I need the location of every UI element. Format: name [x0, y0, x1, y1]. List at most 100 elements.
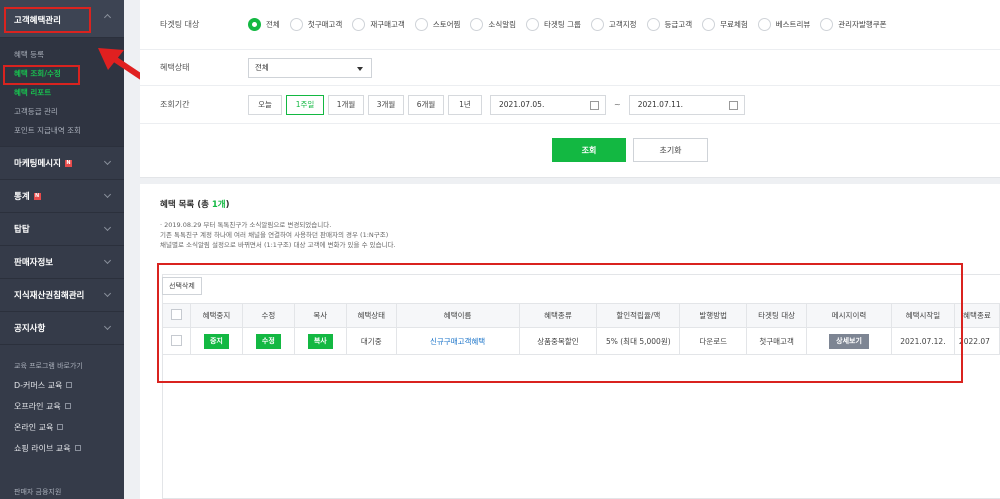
- highlight-box: [157, 263, 963, 383]
- radio-target-review[interactable]: 베스트리뷰: [757, 18, 811, 31]
- radio-icon: [702, 18, 716, 31]
- external-link-icon: [74, 445, 81, 451]
- chevron-down-icon: [103, 256, 112, 265]
- edu-link-dcommerce[interactable]: D-커머스 교육: [0, 375, 124, 396]
- target-label: 타겟팅 대상: [160, 20, 200, 29]
- notice-line: 기존 톡톡친구 계정 하나에 여러 채널을 연결하여 사용하던 판매자의 경우 …: [160, 231, 389, 239]
- sidebar-section-label: 공지사항: [14, 324, 46, 334]
- list-title: 혜택 목록 (총 1개): [160, 198, 230, 210]
- sidebar-section-stats[interactable]: 통계 N: [0, 180, 124, 213]
- chevron-down-icon: [103, 190, 112, 199]
- calendar-icon[interactable]: [590, 100, 599, 110]
- radio-target-group[interactable]: 타겟팅 그룹: [526, 18, 581, 31]
- external-link-icon: [57, 424, 64, 430]
- radio-target-storezzim[interactable]: 스토어찜: [414, 18, 461, 31]
- reset-button[interactable]: 초기화: [633, 138, 708, 162]
- radio-label: 무료체험: [720, 20, 748, 29]
- period-label: 조회기간: [160, 100, 190, 109]
- radio-label: 첫구매고객: [307, 20, 343, 29]
- status-select-value: 전체: [255, 63, 269, 72]
- radio-target-all[interactable]: 전체: [248, 18, 280, 31]
- edu-link-label: 쇼핑 라이브 교육: [14, 444, 71, 453]
- sidebar-section-customer-benefit[interactable]: 고객혜택관리: [0, 0, 124, 38]
- sidebar-item-grade-manage[interactable]: 고객등급 관리: [0, 102, 124, 121]
- highlight-box: [3, 65, 80, 85]
- target-radio-group: 전체 첫구매고객 재구매고객 스토어찜 소식알림 타겟팅 그룹 고객지정 등급고…: [248, 18, 897, 31]
- edu-link-offline[interactable]: 오프라인 교육: [0, 396, 124, 417]
- status-row: 혜택상태 전체: [140, 50, 1000, 86]
- radio-icon: [526, 18, 540, 31]
- status-label: 혜택상태: [160, 63, 190, 72]
- radio-target-repeat[interactable]: 재구매고객: [352, 18, 405, 31]
- radio-icon: [646, 18, 660, 31]
- radio-target-admin-coupon[interactable]: 관리자발행쿠폰: [820, 18, 887, 31]
- sidebar-section-seller-info[interactable]: 판매자정보: [0, 246, 124, 279]
- radio-label: 타겟팅 그룹: [544, 20, 581, 29]
- external-link-icon: [64, 403, 71, 409]
- period-3month-button[interactable]: 3개월: [368, 94, 404, 115]
- radio-label: 소식알림: [488, 20, 517, 29]
- notice-line: 채널별로 소식알림 설정으로 바뀌면서 (1:1구조) 대상 고객에 변화가 있…: [160, 241, 396, 249]
- edu-title: 교육 프로그램 바로가기: [14, 362, 83, 370]
- period-row: 조회기간 오늘 1주일 1개월 3개월 6개월 1년 2021.07.05. ~…: [140, 86, 1000, 124]
- radio-target-trial[interactable]: 무료체험: [702, 18, 748, 31]
- filter-panel: 타겟팅 대상 전체 첫구매고객 재구매고객 스토어찜 소식알림 타겟팅 그룹 고…: [140, 0, 1000, 178]
- radio-icon: [289, 18, 303, 31]
- sidebar-section-label: 탑탑: [14, 225, 30, 235]
- radio-target-first[interactable]: 첫구매고객: [289, 18, 343, 31]
- period-today-button[interactable]: 오늘: [248, 94, 282, 115]
- period-1month-button[interactable]: 1개월: [328, 94, 364, 115]
- sidebar-item-point-history[interactable]: 포인트 지급내역 조회: [0, 121, 124, 140]
- radio-icon: [414, 18, 428, 31]
- radio-icon: [590, 18, 604, 31]
- radio-label: 재구매고객: [370, 20, 405, 29]
- edu-link-label: 온라인 교육: [14, 423, 54, 432]
- radio-icon: [470, 18, 484, 31]
- sidebar-section-label: 판매자정보: [14, 258, 54, 268]
- calendar-icon[interactable]: [728, 100, 738, 110]
- sidebar-section-taptap[interactable]: 탑탑: [0, 213, 124, 246]
- sidebar-section-marketing[interactable]: 마케팅메시지 N: [0, 147, 124, 180]
- chevron-up-icon: [103, 13, 112, 22]
- caret-down-icon: [357, 66, 363, 71]
- period-1week-button[interactable]: 1주일: [286, 94, 324, 115]
- sidebar-section-notice[interactable]: 공지사항: [0, 312, 124, 345]
- radio-checked-icon: [248, 18, 261, 31]
- radio-label: 베스트리뷰: [775, 20, 811, 29]
- sidebar-section-label: 통계: [14, 192, 30, 202]
- notice-line: · 2019.08.29 부터 톡톡친구가 소식알림으로 변경되었습니다.: [160, 221, 332, 229]
- radio-target-assigned[interactable]: 고객지정: [590, 18, 637, 31]
- radio-label: 스토어찜: [432, 20, 461, 29]
- radio-label: 전체: [266, 20, 280, 29]
- new-badge-icon: N: [33, 192, 41, 200]
- date-from-input[interactable]: 2021.07.05.: [490, 94, 606, 115]
- edu-link-live[interactable]: 쇼핑 라이브 교육: [0, 438, 124, 459]
- edu-link-label: 오프라인 교육: [14, 402, 61, 411]
- radio-label: 등급고객: [664, 20, 693, 29]
- search-button[interactable]: 조회: [552, 138, 626, 162]
- list-title-suffix: ): [225, 200, 230, 210]
- sidebar-bottom-link[interactable]: 판매자 금융지원: [14, 487, 61, 497]
- date-to-input[interactable]: 2021.07.11.: [628, 94, 745, 115]
- edu-link-label: D-커머스 교육: [14, 381, 63, 390]
- radio-icon: [757, 18, 771, 31]
- period-1year-button[interactable]: 1년: [448, 94, 482, 115]
- status-select[interactable]: 전체: [248, 57, 372, 78]
- radio-icon: [820, 18, 834, 31]
- radio-target-news[interactable]: 소식알림: [470, 18, 516, 31]
- chevron-down-icon: [103, 223, 112, 232]
- new-badge-icon: N: [64, 159, 72, 167]
- radio-target-grade[interactable]: 등급고객: [646, 18, 693, 31]
- list-title-prefix: 혜택 목록 (총: [160, 200, 212, 210]
- edu-links: 교육 프로그램 바로가기 D-커머스 교육 오프라인 교육 온라인 교육 쇼핑 …: [0, 345, 124, 459]
- notice-text: · 2019.08.29 부터 톡톡친구가 소식알림으로 변경되었습니다. 기존…: [160, 220, 396, 250]
- sidebar-section-ip-violation[interactable]: 지식재산권침해관리: [0, 279, 124, 312]
- chevron-down-icon: [103, 157, 112, 166]
- date-separator: ~: [614, 100, 621, 109]
- radio-icon: [352, 18, 366, 31]
- period-6month-button[interactable]: 6개월: [408, 94, 444, 115]
- target-row: 타겟팅 대상 전체 첫구매고객 재구매고객 스토어찜 소식알림 타겟팅 그룹 고…: [140, 0, 1000, 50]
- chevron-down-icon: [103, 322, 112, 331]
- edu-link-online[interactable]: 온라인 교육: [0, 417, 124, 438]
- date-to-value: 2021.07.11.: [637, 100, 684, 109]
